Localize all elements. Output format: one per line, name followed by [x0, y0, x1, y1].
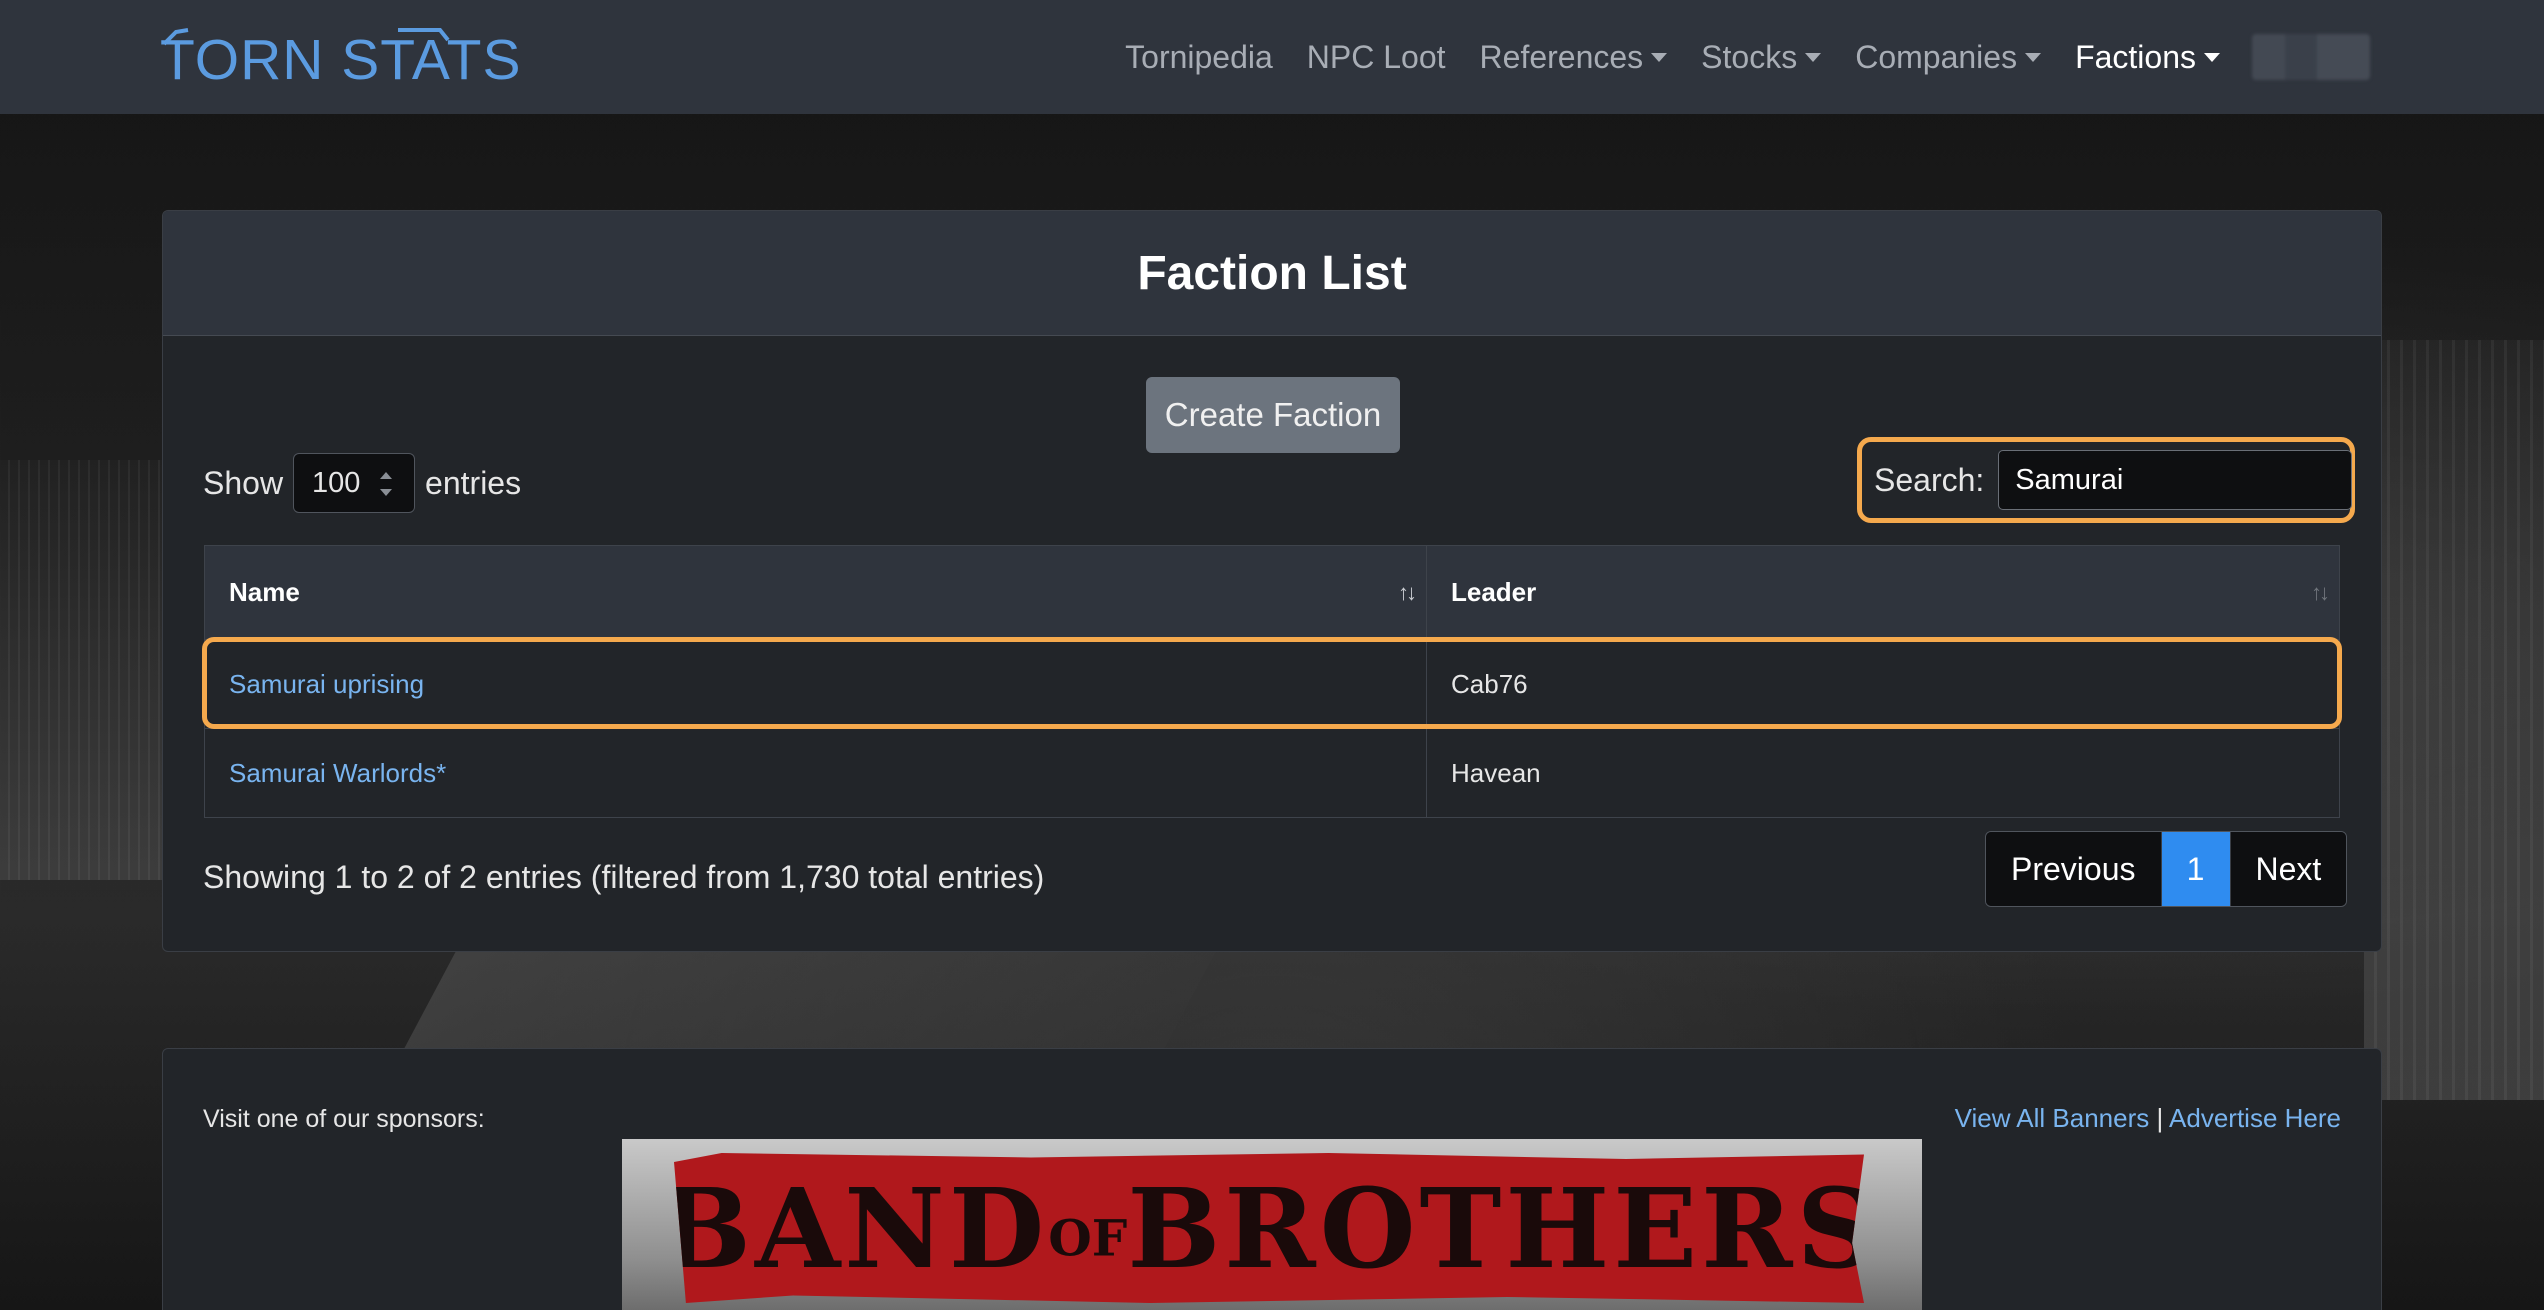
banner-text: BANDOFBROTHERS [657, 1163, 1881, 1293]
faction-table: Name ↑↓ Leader ↑↓ Samurai uprising Cab76… [204, 545, 2340, 818]
nav-dropdown-companies[interactable]: Companies [1855, 39, 2042, 76]
search-input[interactable] [1998, 450, 2353, 510]
sponsor-banner[interactable]: BANDOFBROTHERS [622, 1139, 1922, 1310]
entries-select-value: 100 [312, 466, 361, 499]
table-row: Samurai uprising Cab76 [204, 639, 2340, 729]
entries-length-control: Show 100 entries [203, 453, 521, 513]
previous-page-button[interactable]: Previous [1986, 832, 2162, 906]
caret-down-icon [1651, 52, 1668, 62]
sponsor-links: View All Banners | Advertise Here [1955, 1103, 2341, 1134]
create-faction-button[interactable]: Create Faction [1146, 377, 1400, 453]
cell-leader: Havean [1426, 728, 2340, 818]
city-backdrop-right [2364, 340, 2544, 1100]
bridge-backdrop [403, 950, 1217, 1050]
nav-link-tornipedia[interactable]: Tornipedia [1125, 39, 1273, 76]
entries-select[interactable]: 100 [293, 453, 416, 513]
faction-list-card: Faction List Create Faction Show 100 ent… [162, 210, 2382, 952]
link-separator: | [2156, 1103, 2164, 1133]
nav-dropdown-stocks[interactable]: Stocks [1701, 39, 1822, 76]
navbar: TORN STATS Tornipedia NPC Loot Reference… [0, 0, 2544, 114]
table-info: Showing 1 to 2 of 2 entries (filtered fr… [203, 859, 1045, 895]
search-label: Search: [1874, 461, 1985, 498]
card-header: Faction List [163, 211, 2381, 336]
nav-dropdown-factions[interactable]: Factions [2075, 39, 2220, 76]
search-highlight: Search: [1857, 437, 2355, 523]
user-avatar[interactable] [2252, 34, 2370, 80]
caret-down-icon [2025, 52, 2042, 62]
entries-label: entries [425, 464, 522, 501]
cell-name: Samurai Warlords* [204, 728, 1427, 818]
page-1-button[interactable]: 1 [2161, 832, 2231, 906]
pagination: Previous 1 Next [1985, 831, 2348, 907]
cell-leader: Cab76 [1426, 639, 2340, 729]
site-logo[interactable]: TORN STATS [160, 28, 522, 92]
nav-dropdown-references[interactable]: References [1480, 39, 1668, 76]
cell-name: Samurai uprising [204, 639, 1427, 729]
sort-asc-icon: ↑↓ [1398, 580, 1417, 605]
column-header-leader[interactable]: Leader ↑↓ [1426, 545, 2340, 640]
faction-link[interactable]: Samurai uprising [229, 669, 424, 699]
table-header-row: Name ↑↓ Leader ↑↓ [204, 545, 2340, 640]
city-backdrop-left [0, 460, 162, 880]
sort-icon: ↑↓ [2311, 580, 2330, 605]
logo-arrow-icon [162, 28, 450, 46]
table-row: Samurai Warlords* Havean [204, 728, 2340, 818]
sponsor-label: Visit one of our sponsors: [203, 1105, 485, 1133]
select-spinner-icon [380, 472, 393, 496]
caret-down-icon [1805, 52, 1822, 62]
view-all-banners-link[interactable]: View All Banners [1955, 1103, 2150, 1133]
banner-red-strip: BANDOFBROTHERS [674, 1153, 1864, 1303]
caret-down-icon [2204, 52, 2220, 62]
nav-link-npc-loot[interactable]: NPC Loot [1307, 39, 1446, 76]
show-label: Show [203, 464, 284, 501]
column-header-name[interactable]: Name ↑↓ [204, 545, 1427, 640]
next-page-button[interactable]: Next [2230, 832, 2347, 906]
page-title: Faction List [1137, 246, 1407, 300]
faction-link[interactable]: Samurai Warlords* [229, 758, 446, 788]
nav-links: Tornipedia NPC Loot References Stocks Co… [1091, 0, 2370, 114]
sponsor-card: Visit one of our sponsors: View All Bann… [162, 1048, 2382, 1310]
advertise-here-link[interactable]: Advertise Here [2169, 1103, 2341, 1133]
